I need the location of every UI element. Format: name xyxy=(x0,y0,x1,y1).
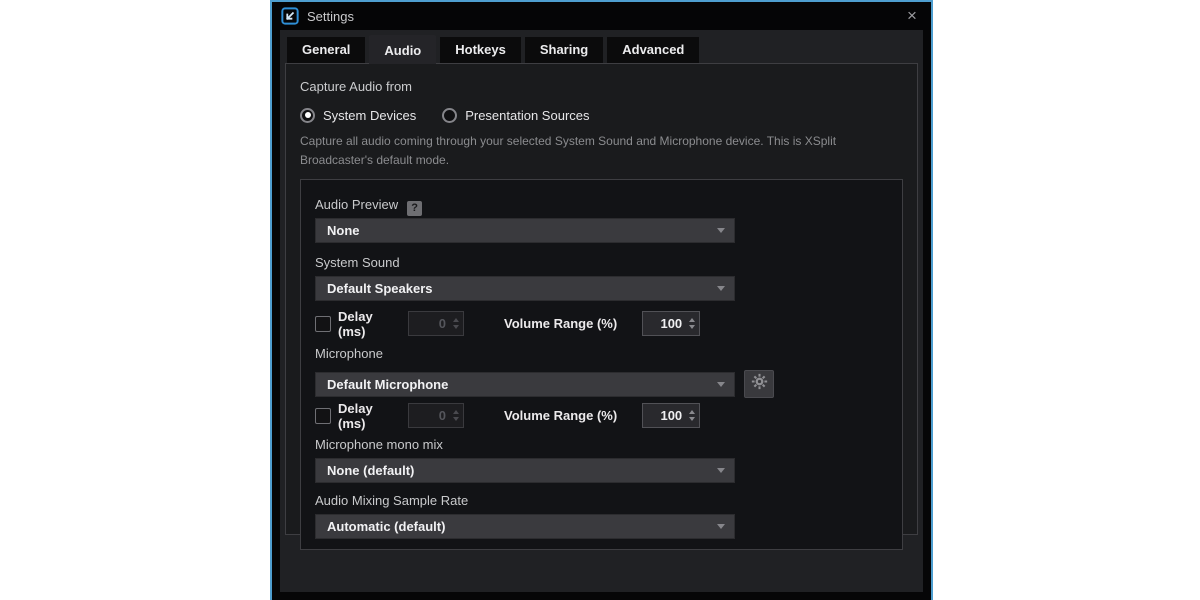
system-sound-label: System Sound xyxy=(315,255,888,270)
microphone-label: Microphone xyxy=(315,346,888,361)
gear-icon xyxy=(751,373,768,395)
audio-preview-dropdown[interactable]: None xyxy=(315,218,735,243)
capture-audio-heading: Capture Audio from xyxy=(300,79,903,94)
spinner-up-icon[interactable] xyxy=(453,410,459,414)
capture-source-radio-group: System Devices Presentation Sources xyxy=(300,107,903,123)
radio-system-devices-label[interactable]: System Devices xyxy=(323,108,416,123)
system-volume-value: 100 xyxy=(660,316,682,331)
tab-sharing[interactable]: Sharing xyxy=(525,37,603,63)
tab-advanced[interactable]: Advanced xyxy=(607,37,699,63)
title-bar: Settings × xyxy=(272,2,931,30)
spinner-arrows xyxy=(453,404,459,427)
sample-rate-label: Audio Mixing Sample Rate xyxy=(315,493,888,508)
microphone-delay-spinner[interactable]: 0 xyxy=(408,403,464,428)
system-sound-dropdown[interactable]: Default Speakers xyxy=(315,276,735,301)
spinner-up-icon[interactable] xyxy=(453,318,459,322)
radio-presentation-sources[interactable] xyxy=(442,108,457,123)
microphone-row: Default Microphone xyxy=(315,366,888,394)
audio-preview-label: Audio Preview? xyxy=(315,197,888,212)
help-icon[interactable]: ? xyxy=(407,201,422,216)
mono-mix-dropdown[interactable]: None (default) xyxy=(315,458,735,483)
xsplit-logo-icon xyxy=(281,7,299,25)
system-delay-checkbox[interactable] xyxy=(315,316,331,332)
radio-system-devices[interactable] xyxy=(300,108,315,123)
spinner-arrows xyxy=(689,404,695,427)
microphone-delay-value: 0 xyxy=(439,408,446,423)
chevron-down-icon xyxy=(717,524,725,529)
radio-presentation-sources-label[interactable]: Presentation Sources xyxy=(465,108,589,123)
microphone-volume-spinner[interactable]: 100 xyxy=(642,403,700,428)
window-content: General Audio Hotkeys Sharing Advanced C… xyxy=(280,30,923,592)
close-icon[interactable]: × xyxy=(899,5,925,27)
tab-audio[interactable]: Audio xyxy=(369,35,436,64)
chevron-down-icon xyxy=(717,228,725,233)
audio-preview-label-text: Audio Preview xyxy=(315,197,398,212)
sample-rate-dropdown[interactable]: Automatic (default) xyxy=(315,514,735,539)
capture-mode-description: Capture all audio coming through your se… xyxy=(300,132,903,170)
tab-general[interactable]: General xyxy=(287,37,365,63)
chevron-down-icon xyxy=(717,286,725,291)
system-volume-spinner[interactable]: 100 xyxy=(642,311,700,336)
spinner-down-icon[interactable] xyxy=(689,417,695,421)
mono-mix-value: None (default) xyxy=(316,463,414,478)
system-sound-delay-row: Delay (ms) 0 Volume Range (%) 100 xyxy=(315,311,888,336)
spinner-down-icon[interactable] xyxy=(453,325,459,329)
audio-tab-panel: Capture Audio from System Devices Presen… xyxy=(285,63,918,535)
mono-mix-label: Microphone mono mix xyxy=(315,437,888,452)
spinner-arrows xyxy=(453,312,459,335)
audio-preview-value: None xyxy=(316,223,360,238)
system-delay-value: 0 xyxy=(439,316,446,331)
audio-devices-panel: Audio Preview? None System Sound Default… xyxy=(300,179,903,550)
spinner-down-icon[interactable] xyxy=(453,417,459,421)
spinner-up-icon[interactable] xyxy=(689,410,695,414)
microphone-delay-row: Delay (ms) 0 Volume Range (%) 100 xyxy=(315,403,888,428)
microphone-volume-value: 100 xyxy=(660,408,682,423)
microphone-delay-checkbox[interactable] xyxy=(315,408,331,424)
microphone-volume-label: Volume Range (%) xyxy=(504,408,617,423)
microphone-dropdown[interactable]: Default Microphone xyxy=(315,372,735,397)
spinner-down-icon[interactable] xyxy=(689,325,695,329)
system-sound-value: Default Speakers xyxy=(316,281,433,296)
microphone-value: Default Microphone xyxy=(316,377,448,392)
spinner-up-icon[interactable] xyxy=(689,318,695,322)
chevron-down-icon xyxy=(717,382,725,387)
system-delay-spinner[interactable]: 0 xyxy=(408,311,464,336)
microphone-settings-button[interactable] xyxy=(744,370,774,398)
chevron-down-icon xyxy=(717,468,725,473)
tab-hotkeys[interactable]: Hotkeys xyxy=(440,37,521,63)
sample-rate-value: Automatic (default) xyxy=(316,519,445,534)
tab-strip: General Audio Hotkeys Sharing Advanced xyxy=(280,30,923,63)
settings-window: Settings × General Audio Hotkeys Sharing… xyxy=(270,0,933,600)
system-volume-label: Volume Range (%) xyxy=(504,316,617,331)
system-delay-label: Delay (ms) xyxy=(338,309,396,339)
spinner-arrows xyxy=(689,312,695,335)
microphone-delay-label: Delay (ms) xyxy=(338,401,396,431)
window-title: Settings xyxy=(307,9,354,24)
